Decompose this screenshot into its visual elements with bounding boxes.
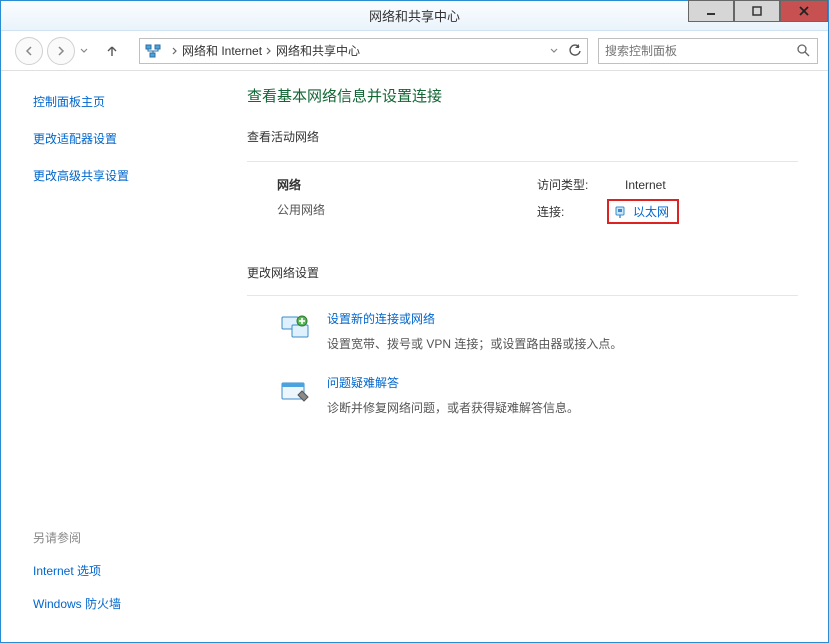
- windows-firewall-link[interactable]: Windows 防火墙: [33, 595, 215, 612]
- change-settings-header: 更改网络设置: [247, 264, 798, 281]
- network-icon: [144, 42, 162, 60]
- active-network: 网络 公用网络 访问类型: Internet 连接:: [247, 176, 798, 230]
- internet-options-link[interactable]: Internet 选项: [33, 562, 215, 579]
- network-type: 公用网络: [277, 201, 537, 218]
- close-button[interactable]: [780, 0, 828, 22]
- toolbar: 网络和 Internet 网络和共享中心: [1, 31, 828, 71]
- network-name: 网络: [277, 176, 537, 193]
- divider: [247, 161, 798, 162]
- search-box[interactable]: [598, 38, 818, 64]
- refresh-button[interactable]: [567, 43, 583, 59]
- sidebar: 控制面板主页 更改适配器设置 更改高级共享设置 另请参阅 Internet 选项…: [1, 71, 229, 642]
- ethernet-icon: [613, 205, 627, 219]
- back-button[interactable]: [15, 37, 43, 65]
- breadcrumb-item[interactable]: 网络和共享中心: [276, 42, 360, 59]
- forward-button[interactable]: [47, 37, 75, 65]
- setup-connection-icon: [277, 310, 313, 346]
- troubleshoot-link[interactable]: 问题疑难解答: [327, 374, 579, 391]
- ethernet-link[interactable]: 以太网: [607, 199, 679, 224]
- ethernet-link-label: 以太网: [633, 203, 669, 220]
- active-networks-header: 查看活动网络: [247, 128, 798, 145]
- minimize-button[interactable]: [688, 0, 734, 22]
- window-controls: [688, 1, 828, 30]
- page-heading: 查看基本网络信息并设置连接: [247, 85, 798, 106]
- troubleshoot-icon: [277, 374, 313, 410]
- breadcrumb-item[interactable]: 网络和 Internet: [182, 42, 262, 59]
- connection-label: 连接:: [537, 203, 607, 220]
- main-panel: 查看基本网络信息并设置连接 查看活动网络 网络 公用网络 访问类型: Inter…: [229, 71, 828, 642]
- history-dropdown[interactable]: [77, 47, 91, 55]
- chevron-right-icon: [170, 47, 180, 55]
- search-icon: [795, 43, 811, 59]
- control-panel-home-link[interactable]: 控制面板主页: [33, 93, 215, 110]
- search-input[interactable]: [605, 44, 795, 58]
- window-title: 网络和共享中心: [369, 6, 460, 25]
- change-adapter-link[interactable]: 更改适配器设置: [33, 130, 215, 147]
- advanced-sharing-link[interactable]: 更改高级共享设置: [33, 167, 215, 184]
- setup-connection-link[interactable]: 设置新的连接或网络: [327, 310, 622, 327]
- troubleshoot-task: 问题疑难解答 诊断并修复网络问题，或者获得疑难解答信息。: [247, 374, 798, 416]
- up-button[interactable]: [101, 40, 123, 62]
- see-also-header: 另请参阅: [33, 529, 215, 546]
- titlebar: 网络和共享中心: [1, 1, 828, 31]
- content: 控制面板主页 更改适配器设置 更改高级共享设置 另请参阅 Internet 选项…: [1, 71, 828, 642]
- divider: [247, 295, 798, 296]
- window: 网络和共享中心: [0, 0, 829, 643]
- setup-connection-desc: 设置宽带、拨号或 VPN 连接；或设置路由器或接入点。: [327, 335, 622, 352]
- address-bar[interactable]: 网络和 Internet 网络和共享中心: [139, 38, 588, 64]
- maximize-button[interactable]: [734, 0, 780, 22]
- access-type-value: Internet: [625, 178, 666, 192]
- setup-connection-task: 设置新的连接或网络 设置宽带、拨号或 VPN 连接；或设置路由器或接入点。: [247, 310, 798, 352]
- access-type-label: 访问类型:: [537, 176, 607, 193]
- address-dropdown[interactable]: [547, 47, 561, 55]
- chevron-right-icon: [264, 47, 274, 55]
- troubleshoot-desc: 诊断并修复网络问题，或者获得疑难解答信息。: [327, 399, 579, 416]
